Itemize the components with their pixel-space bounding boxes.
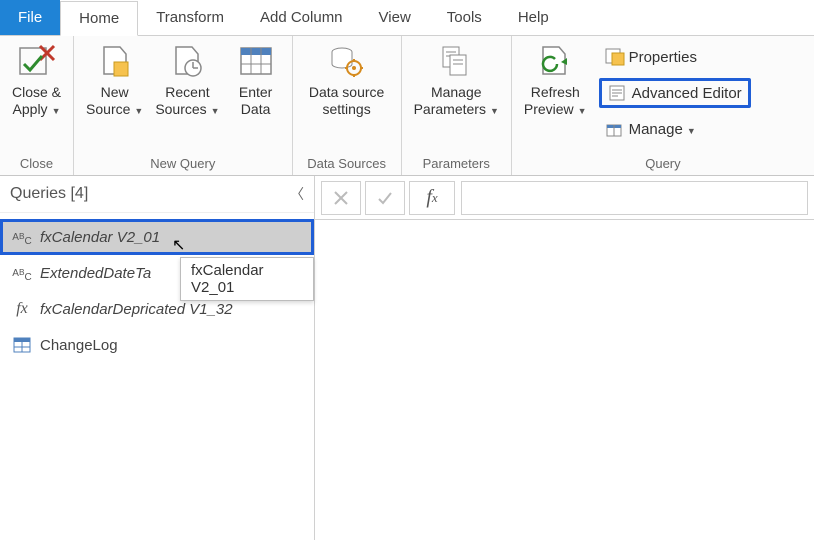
- manage-parameters-label1: Manage: [431, 84, 482, 101]
- close-apply-button[interactable]: Close & Apply▼: [6, 40, 67, 120]
- enter-data-button[interactable]: Enter Data: [226, 40, 286, 120]
- fx-icon[interactable]: fx: [409, 181, 455, 215]
- formula-input[interactable]: [461, 181, 808, 215]
- ribbon-tabs: File Home Transform Add Column View Tool…: [0, 0, 814, 36]
- ribbon-group-new-query: New Source▼ Recent Sources▼: [74, 36, 293, 175]
- group-label-close: Close: [6, 156, 67, 173]
- refresh-preview-icon: [535, 42, 575, 80]
- query-tooltip: fxCalendar V2_01: [180, 257, 314, 301]
- query-item-fxcalendar-v2[interactable]: ABC fxCalendar V2_01: [0, 219, 314, 255]
- close-apply-label1: Close &: [12, 84, 61, 101]
- recent-sources-label2: Sources▼: [155, 101, 219, 118]
- group-label-query: Query: [518, 156, 808, 173]
- queries-header: Queries [4] 〈: [0, 176, 314, 213]
- close-apply-icon: [17, 42, 57, 80]
- refresh-label2: Preview▼: [524, 101, 587, 118]
- properties-label: Properties: [629, 49, 697, 66]
- tab-home[interactable]: Home: [60, 1, 138, 36]
- cursor-icon: ↖: [172, 235, 185, 255]
- enter-data-label1: Enter: [239, 84, 272, 101]
- collapse-queries-button[interactable]: 〈: [290, 184, 304, 204]
- data-source-label1: Data source: [309, 84, 384, 101]
- group-label-data-sources: Data Sources: [299, 156, 395, 173]
- text-type-icon: ABC: [12, 228, 32, 246]
- data-source-label2: settings: [322, 101, 370, 118]
- tab-view[interactable]: View: [361, 0, 429, 35]
- tab-transform[interactable]: Transform: [138, 0, 242, 35]
- enter-data-label2: Data: [241, 101, 271, 118]
- new-source-button[interactable]: New Source▼: [80, 40, 149, 120]
- close-apply-label2: Apply▼: [13, 101, 61, 118]
- advanced-editor-icon: [608, 84, 626, 102]
- ribbon: Close & Apply▼ Close New Source▼: [0, 36, 814, 176]
- new-source-label2: Source▼: [86, 101, 143, 118]
- recent-sources-icon: [167, 42, 207, 80]
- ribbon-group-data-sources: Data source settings Data Sources: [293, 36, 402, 175]
- recent-sources-button[interactable]: Recent Sources▼: [149, 40, 225, 120]
- manage-icon: [605, 120, 623, 138]
- properties-icon: [605, 48, 623, 66]
- ribbon-group-query: Refresh Preview▼ Properties Advanced Edi…: [512, 36, 814, 175]
- manage-label: Manage▼: [629, 121, 696, 138]
- query-item-label: fxCalendar V2_01: [40, 229, 160, 246]
- tab-help[interactable]: Help: [500, 0, 567, 35]
- manage-parameters-icon: [436, 42, 476, 80]
- group-label-new-query: New Query: [80, 156, 286, 173]
- new-source-icon: [95, 42, 135, 80]
- ribbon-group-parameters: Manage Parameters▼ Parameters: [402, 36, 512, 175]
- query-list: ABC fxCalendar V2_01 ABC ExtendedDateTa …: [0, 213, 314, 369]
- refresh-preview-button[interactable]: Refresh Preview▼: [518, 40, 593, 120]
- tab-file[interactable]: File: [0, 0, 60, 35]
- query-item-label: ExtendedDateTa: [40, 265, 151, 282]
- group-label-parameters: Parameters: [408, 156, 505, 173]
- refresh-label1: Refresh: [531, 84, 580, 101]
- formula-bar: fx: [315, 176, 814, 220]
- manage-parameters-label2: Parameters▼: [414, 101, 499, 118]
- queries-panel: Queries [4] 〈 ABC fxCalendar V2_01 ABC E…: [0, 176, 315, 540]
- function-icon: fx: [12, 300, 32, 318]
- manage-button[interactable]: Manage▼: [599, 114, 751, 144]
- new-source-label1: New: [101, 84, 129, 101]
- tab-add-column[interactable]: Add Column: [242, 0, 361, 35]
- recent-sources-label1: Recent: [165, 84, 209, 101]
- data-source-settings-button[interactable]: Data source settings: [299, 40, 395, 120]
- formula-commit-button[interactable]: [365, 181, 405, 215]
- query-item-label: ChangeLog: [40, 337, 118, 354]
- query-item-changelog[interactable]: ChangeLog: [0, 327, 314, 363]
- queries-header-label: Queries [4]: [10, 185, 88, 203]
- advanced-editor-button[interactable]: Advanced Editor: [599, 78, 751, 108]
- text-type-icon: ABC: [12, 264, 32, 282]
- properties-button[interactable]: Properties: [599, 42, 751, 72]
- advanced-editor-label: Advanced Editor: [632, 85, 742, 102]
- data-source-settings-icon: [327, 42, 367, 80]
- table-icon: [12, 338, 32, 352]
- enter-data-icon: [236, 42, 276, 80]
- formula-cancel-button[interactable]: [321, 181, 361, 215]
- ribbon-group-close: Close & Apply▼ Close: [0, 36, 74, 175]
- manage-parameters-button[interactable]: Manage Parameters▼: [408, 40, 505, 120]
- query-item-label: fxCalendarDepricated V1_32: [40, 301, 233, 318]
- tab-tools[interactable]: Tools: [429, 0, 500, 35]
- formula-area: fx: [315, 176, 814, 540]
- lower-region: Queries [4] 〈 ABC fxCalendar V2_01 ABC E…: [0, 176, 814, 540]
